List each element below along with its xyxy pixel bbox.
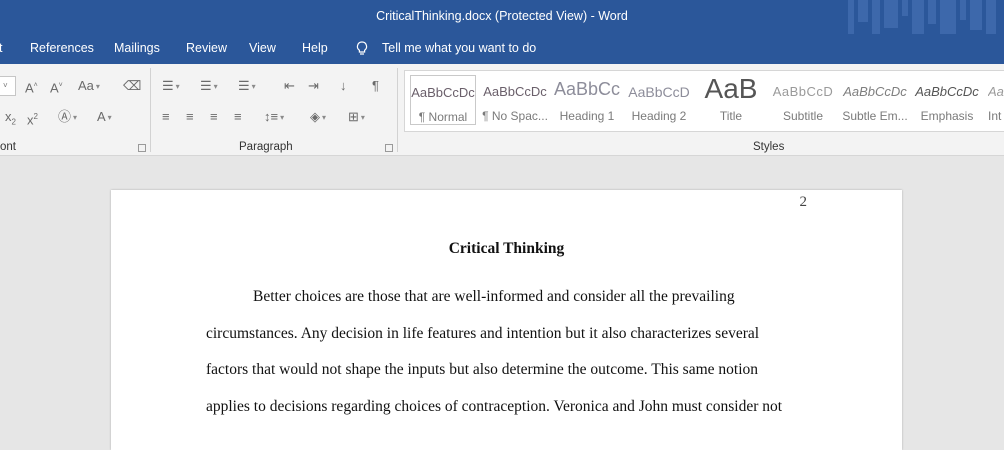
group-separator: [150, 68, 151, 152]
superscript-icon[interactable]: x2: [27, 109, 38, 127]
sort-icon[interactable]: ↓: [340, 78, 347, 94]
font-color-icon[interactable]: A ▾: [97, 109, 112, 125]
borders-icon[interactable]: ⊞ ▾: [348, 109, 365, 125]
document-page[interactable]: 2 Critical Thinking Better choices are t…: [111, 190, 902, 450]
body-line: Better choices are those that are well-i…: [253, 288, 735, 305]
align-center-icon[interactable]: ≡: [186, 109, 194, 125]
text-effects-icon[interactable]: Ⓐ ▾: [58, 109, 77, 125]
ribbon-home: ˅ A˄ A˅ Aa ▾ ⌫ x2 x2 Ⓐ ▾ A ▾ ont ☰ ▾ ☰ ▾ ☰ ▾ ⇤…: [0, 64, 1004, 156]
shading-icon[interactable]: ◈ ▾: [310, 109, 326, 125]
change-case-icon[interactable]: Aa ▾: [78, 78, 100, 94]
clear-formatting-icon[interactable]: ⌫: [123, 78, 141, 94]
paragraph-group-label: Paragraph: [239, 141, 293, 153]
font-dialog-launcher-icon[interactable]: [138, 144, 146, 152]
tab-help[interactable]: Help: [302, 41, 328, 55]
paragraph-dialog-launcher-icon[interactable]: [385, 144, 393, 152]
shrink-font-icon[interactable]: A˅: [50, 78, 63, 95]
font-size-box[interactable]: ˅: [0, 76, 16, 96]
body-line: factors that would not shape the inputs …: [206, 361, 759, 378]
show-formatting-icon[interactable]: ¶: [372, 78, 379, 94]
style-heading-2[interactable]: AaBbCcD Heading 2: [626, 75, 692, 125]
bullets-icon[interactable]: ☰ ▾: [162, 78, 180, 94]
titlebar-decoration: [848, 0, 996, 34]
numbering-icon[interactable]: ☰ ▾: [200, 78, 218, 94]
lightbulb-icon: [356, 41, 368, 55]
styles-group-label: Styles: [753, 141, 785, 153]
title-bar: CriticalThinking.docx (Protected View) -…: [0, 0, 1004, 34]
group-separator: [397, 68, 398, 152]
justify-icon[interactable]: ≡: [234, 109, 242, 125]
document-canvas: 2 Critical Thinking Better choices are t…: [0, 157, 1004, 450]
align-left-icon[interactable]: ≡: [162, 109, 170, 125]
document-title: Critical Thinking: [448, 240, 565, 257]
tab-references[interactable]: References: [30, 41, 94, 55]
style-normal[interactable]: AaBbCcDc ¶ Normal: [410, 75, 476, 125]
style-emphasis[interactable]: AaBbCcDc Emphasis: [914, 75, 980, 125]
tab-mailings[interactable]: Mailings: [114, 41, 160, 55]
body-line: circumstances. Any decision in life feat…: [206, 325, 760, 342]
style-title[interactable]: AaB Title: [698, 73, 764, 125]
tab-view[interactable]: View: [249, 41, 276, 55]
subscript-icon[interactable]: x2: [5, 109, 16, 127]
style-intense-partial[interactable]: Aa Int: [986, 75, 1004, 125]
tab-review[interactable]: Review: [186, 41, 227, 55]
multilevel-list-icon[interactable]: ☰ ▾: [238, 78, 256, 94]
tab-layout-partial[interactable]: t: [0, 41, 2, 55]
style-subtle-emphasis[interactable]: AaBbCcDc Subtle Em...: [842, 75, 908, 125]
ribbon-tabs: t References Mailings Review View Help T…: [0, 34, 1004, 64]
style-no-spacing[interactable]: AaBbCcDc ¶ No Spac...: [482, 75, 548, 125]
tell-me-search[interactable]: Tell me what you want to do: [382, 41, 536, 55]
font-group-label: ont: [0, 141, 16, 153]
line-spacing-icon[interactable]: ↕≡ ▾: [264, 109, 284, 125]
grow-font-icon[interactable]: A˄: [25, 78, 38, 95]
style-subtitle[interactable]: AaBbCcD Subtitle: [770, 75, 836, 125]
style-heading-1[interactable]: AaBbCc Heading 1: [554, 75, 620, 125]
increase-indent-icon[interactable]: ⇥: [308, 78, 319, 94]
align-right-icon[interactable]: ≡: [210, 109, 218, 125]
page-number: 2: [799, 194, 808, 210]
body-line: applies to decisions regarding choices o…: [206, 398, 783, 415]
decrease-indent-icon[interactable]: ⇤: [284, 78, 295, 94]
